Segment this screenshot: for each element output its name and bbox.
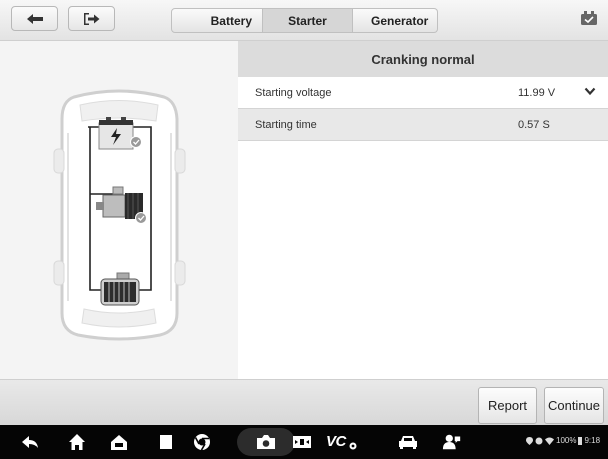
exit-button[interactable]: [68, 6, 115, 31]
arrow-left-icon: [26, 13, 43, 24]
browser-icon[interactable]: [192, 432, 212, 452]
result-status-header: Cranking normal: [238, 41, 608, 77]
system-navigation-bar: VC 100% 9:18: [0, 425, 608, 459]
vc-label[interactable]: VC: [326, 433, 346, 450]
back-button[interactable]: [11, 6, 58, 31]
test-tabs: Battery Starter Generator: [171, 8, 438, 33]
camera-icon[interactable]: [256, 432, 276, 452]
car-icon[interactable]: [398, 432, 418, 452]
car-diagram: [53, 89, 186, 341]
status-indicators: 100% 9:18: [526, 436, 600, 445]
tab-battery[interactable]: Battery: [171, 8, 263, 33]
action-bar: Report Continue: [0, 379, 608, 426]
recent-apps-icon[interactable]: [156, 432, 176, 452]
remote-expert-icon[interactable]: [442, 432, 462, 452]
result-value: 11.99 V: [518, 86, 556, 99]
house-icon[interactable]: [109, 432, 129, 452]
sync-icon: [535, 437, 543, 444]
screen-record-icon[interactable]: [292, 432, 312, 452]
chevron-down-icon[interactable]: [584, 87, 596, 96]
back-arrow-icon[interactable]: [20, 432, 40, 452]
result-row-starting-time[interactable]: Starting time 0.57 S: [238, 109, 608, 141]
result-row-starting-voltage[interactable]: Starting voltage 11.99 V: [238, 77, 608, 109]
vc-gear-icon: [349, 442, 357, 450]
battery-icon: [578, 436, 583, 445]
vehicle-connection-icon[interactable]: [580, 10, 598, 26]
battery-percent: 100%: [556, 436, 577, 445]
continue-button[interactable]: Continue: [544, 387, 604, 424]
exit-icon: [83, 12, 99, 25]
vehicle-diagram-panel: [0, 41, 238, 379]
result-value: 0.57 S: [518, 118, 550, 131]
report-button[interactable]: Report: [478, 387, 537, 424]
results-panel: Cranking normal Starting voltage 11.99 V…: [238, 41, 608, 379]
result-name: Starting time: [255, 118, 317, 131]
tab-starter[interactable]: Starter: [263, 8, 353, 33]
result-name: Starting voltage: [255, 86, 332, 99]
top-toolbar: Battery Starter Generator: [0, 0, 608, 41]
clock: 9:18: [584, 436, 601, 445]
home-icon[interactable]: [67, 432, 87, 452]
location-icon: [526, 436, 533, 445]
wifi-icon: [545, 437, 554, 445]
tab-generator[interactable]: Generator: [353, 8, 438, 33]
